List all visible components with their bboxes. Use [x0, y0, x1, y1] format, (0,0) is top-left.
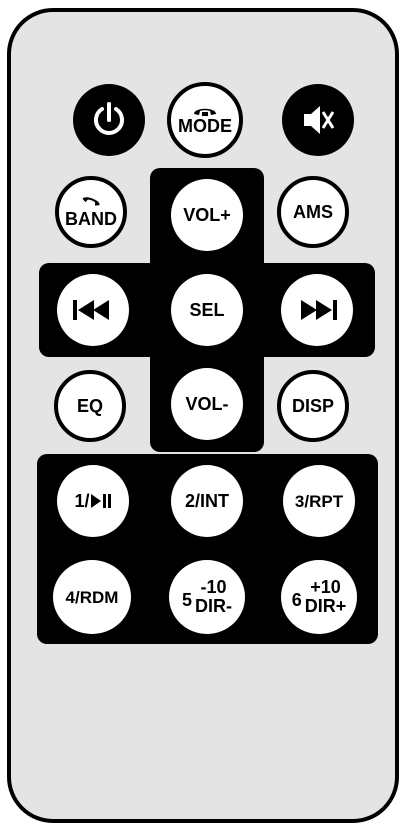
power-button[interactable]	[73, 84, 145, 156]
disp-button[interactable]: DISP	[277, 370, 349, 442]
random-button[interactable]: 4/RDM	[53, 560, 131, 634]
dir-up-number: 6	[291, 589, 302, 610]
power-icon	[89, 100, 129, 140]
mute-button[interactable]	[282, 84, 354, 156]
intro-button[interactable]: 2/INT	[171, 465, 243, 537]
mode-button[interactable]: MODE	[167, 82, 243, 158]
skip-previous-icon	[71, 299, 115, 321]
disp-label: DISP	[291, 396, 334, 416]
dir-down-button[interactable]: 5 -10 DIR-	[169, 560, 245, 634]
eq-label: EQ	[76, 396, 103, 416]
dir-down-number: 5	[181, 589, 192, 610]
speaker-mute-icon	[298, 100, 338, 140]
phone-answer-icon	[80, 196, 102, 210]
repeat-button[interactable]: 3/RPT	[283, 465, 355, 537]
vol-up-button[interactable]: VOL+	[171, 179, 243, 251]
play-pause-button[interactable]: 1/	[57, 465, 129, 537]
dir-up-button[interactable]: 6 +10 DIR+	[281, 560, 357, 634]
band-label: BAND	[65, 209, 117, 229]
dir-down-bottom: DIR-	[195, 596, 232, 616]
vol-up-label: VOL+	[183, 205, 231, 225]
play-pause-label: 1/	[74, 491, 90, 511]
intro-label: 2/INT	[184, 491, 229, 511]
vol-down-button[interactable]: VOL-	[171, 368, 243, 440]
play-pause-icon	[90, 493, 112, 509]
repeat-label: 3/RPT	[294, 491, 344, 511]
random-label: 4/RDM	[65, 587, 119, 607]
dir-up-top: +10	[310, 577, 341, 598]
eq-button[interactable]: EQ	[54, 370, 126, 442]
next-track-button[interactable]	[281, 274, 353, 346]
sel-button[interactable]: SEL	[171, 274, 243, 346]
ams-label: AMS	[293, 202, 333, 222]
vol-down-label: VOL-	[185, 394, 229, 414]
skip-next-icon	[295, 299, 339, 321]
sel-label: SEL	[189, 300, 225, 320]
dir-up-bottom: DIR+	[304, 596, 347, 616]
mode-label: MODE	[178, 116, 232, 136]
dir-down-top: -10	[200, 577, 227, 598]
previous-track-button[interactable]	[57, 274, 129, 346]
ams-button[interactable]: AMS	[277, 176, 349, 248]
band-button[interactable]: BAND	[55, 176, 127, 248]
